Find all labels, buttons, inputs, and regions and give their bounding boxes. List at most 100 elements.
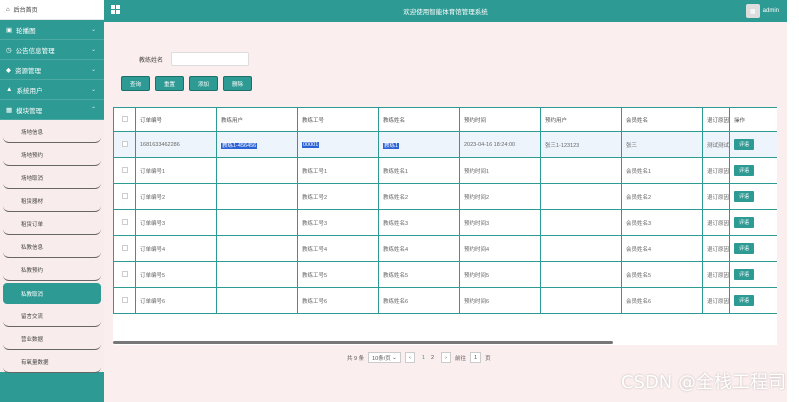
table-cell: 教练姓名2 xyxy=(378,183,460,210)
table-cell: 会员姓名6 xyxy=(621,287,703,314)
row-checkbox[interactable] xyxy=(113,131,136,158)
sidebar-menu-label: 轮播图 xyxy=(16,27,36,35)
sidebar-sub-item[interactable]: 有氧量数据 xyxy=(3,352,101,373)
sidebar-menu-label: 模块管理 xyxy=(16,107,43,115)
row-checkbox[interactable] xyxy=(113,235,136,262)
comment-button[interactable]: 评语 xyxy=(734,243,755,254)
table-cell: 教练姓名5 xyxy=(378,261,460,288)
table-row[interactable]: 订单编号3 教练工号3教练姓名3预约时间3 会员姓名3退订原因3 评语 xyxy=(113,209,777,236)
home-label: 后台首页 xyxy=(13,8,38,14)
table-cell: 教练1-456456 xyxy=(216,131,298,158)
resource-icon: ◆ xyxy=(6,66,11,74)
comment-button[interactable]: 评语 xyxy=(734,191,755,202)
table-cell: 订单编号5 xyxy=(135,261,217,288)
watermark: CSDN @全栈工程司 xyxy=(620,372,786,393)
sidebar-sub-item[interactable]: 私教取消 xyxy=(3,283,101,304)
add-button[interactable]: 添加 xyxy=(189,76,219,91)
action-cell: 评语 xyxy=(729,131,777,158)
sidebar-sub-item[interactable]: 营业数据 xyxy=(3,329,101,350)
sidebar-menu-label: 资源管理 xyxy=(15,67,41,75)
table-cell: 会员姓名5 xyxy=(621,261,703,288)
goto-label: 前往 xyxy=(455,355,467,362)
table-cell xyxy=(216,235,298,262)
table-row[interactable]: 订单编号2 教练工号2教练姓名2预约时间2 会员姓名2退订原因2 评语 xyxy=(113,183,777,210)
row-checkbox[interactable] xyxy=(113,157,136,184)
sidebar-sub-item[interactable]: 场地信息 xyxy=(3,122,101,143)
table-cell: 订单编号4 xyxy=(135,235,217,262)
coach-name-input[interactable] xyxy=(171,52,250,66)
prev-page-button[interactable]: ‹ xyxy=(404,352,415,363)
row-checkbox[interactable] xyxy=(113,287,136,314)
user-menu[interactable]: ▦ admin xyxy=(745,4,779,18)
table-cell: 教练工号4 xyxy=(297,235,379,262)
chevron-icon: ⌄ xyxy=(90,27,96,33)
table-cell: 退订原因4 xyxy=(702,235,730,262)
table-cell: 教练姓名1 xyxy=(378,157,460,184)
table-header: 订单编号 教练用户 教练工号 教练姓名 预约时间 预约用户 会员姓名 退订原因 操作 xyxy=(113,107,777,132)
comment-button[interactable]: 评语 xyxy=(734,165,755,176)
table-row[interactable]: 订单编号6 教练工号6教练姓名6预约时间6 会员姓名6退订原因6 评语 xyxy=(113,287,777,314)
column-header: 退订原因 xyxy=(702,107,730,132)
sidebar-menu-0[interactable]: ▣ 轮播图 ⌄ xyxy=(0,20,104,40)
sidebar-sub-item[interactable]: 私教信息 xyxy=(3,237,101,258)
sidebar-sub-item[interactable]: 场地取消 xyxy=(3,168,101,189)
search-row: 教练姓名 xyxy=(139,52,250,66)
query-button[interactable]: 查询 xyxy=(121,76,151,91)
sidebar-menu-label: 系统用户 xyxy=(16,87,43,95)
select-all-checkbox[interactable] xyxy=(113,107,136,132)
reset-button[interactable]: 重置 xyxy=(155,76,185,91)
table-cell: 测试测试 xyxy=(702,131,730,158)
sidebar-sub-item[interactable]: 租赁器材 xyxy=(3,191,101,212)
sidebar-menu-3[interactable]: ▲ 系统用户 ⌄ xyxy=(0,80,104,100)
table-cell: 00001 xyxy=(297,131,379,158)
goto-page-input[interactable]: 1 xyxy=(470,352,482,363)
table-cell: 教练1 xyxy=(378,131,460,158)
column-header: 教练用户 xyxy=(216,107,298,132)
table-cell: 教练工号5 xyxy=(297,261,379,288)
table-row[interactable]: 订单编号4 教练工号4教练姓名4预约时间4 会员姓名4退订原因4 评语 xyxy=(113,235,777,262)
sidebar-menu-2[interactable]: ◆ 资源管理 ⌄ xyxy=(0,60,104,80)
table-cell: 教练姓名3 xyxy=(378,209,460,236)
table-cell: 订单编号3 xyxy=(135,209,217,236)
comment-button[interactable]: 评语 xyxy=(734,139,755,150)
sidebar-menu-1[interactable]: ◷ 公告信息管理 ⌄ xyxy=(0,40,104,60)
sidebar-menu-label: 公告信息管理 xyxy=(15,47,55,55)
table-cell: 教练工号2 xyxy=(297,183,379,210)
comment-button[interactable]: 评语 xyxy=(734,217,755,228)
table-row[interactable]: 1681633462286 教练1-456456 00001 教练1 2023-04-1… xyxy=(113,131,777,158)
sidebar-sub-item[interactable]: 留言交流 xyxy=(3,306,101,327)
table-cell: 退订原因2 xyxy=(702,183,730,210)
home-link[interactable]: ⌂ 后台首页 xyxy=(0,0,104,20)
comment-button[interactable]: 评语 xyxy=(734,295,755,306)
delete-button[interactable]: 删除 xyxy=(223,76,253,91)
table-cell: 教练姓名6 xyxy=(378,287,460,314)
table-row[interactable]: 订单编号5 教练工号5教练姓名5预约时间5 会员姓名5退订原因5 评语 xyxy=(113,261,777,288)
row-checkbox[interactable] xyxy=(113,209,136,236)
sidebar-sub-item[interactable]: 场地预约 xyxy=(3,145,101,166)
column-header: 会员姓名 xyxy=(621,107,703,132)
horizontal-scrollbar[interactable] xyxy=(113,341,613,344)
sidebar-sub-item[interactable]: 租赁订单 xyxy=(3,214,101,235)
chevron-icon: ⌄ xyxy=(90,87,96,93)
row-checkbox[interactable] xyxy=(113,261,136,288)
page-unit: 页 xyxy=(485,355,491,362)
page-number[interactable]: 2 xyxy=(428,355,437,361)
sidebar-sub-item[interactable]: 私教预约 xyxy=(3,260,101,281)
home-icon: ⌂ xyxy=(6,6,10,13)
page-number[interactable]: 1 xyxy=(419,355,428,361)
row-checkbox[interactable] xyxy=(113,183,136,210)
comment-button[interactable]: 评语 xyxy=(734,269,755,280)
top-bar: 欢迎使用智能体育馆管理系统 ▦ admin xyxy=(104,0,787,22)
table-row[interactable]: 订单编号1 教练工号1教练姓名1预约时间1 会员姓名1退订原因1 评语 xyxy=(113,157,777,184)
table-cell xyxy=(216,261,298,288)
page-size-select[interactable]: 10条/页 ⌄ xyxy=(368,352,401,363)
table-cell: 1681633462286 xyxy=(135,131,217,158)
table-cell xyxy=(216,209,298,236)
table-cell: 预约时间6 xyxy=(459,287,541,314)
action-cell: 评语 xyxy=(729,235,777,262)
column-header: 操作 xyxy=(729,107,777,132)
main-content: 教练姓名 查询 重置 添加 删除 订单编号 教练用户 教练工号 教练姓名 预约时间 预约用… xyxy=(104,22,787,402)
next-page-button[interactable]: › xyxy=(441,352,452,363)
table-cell: 会员姓名1 xyxy=(621,157,703,184)
sidebar-menu-4[interactable]: ▦ 模块管理 ⌃ xyxy=(0,100,104,120)
